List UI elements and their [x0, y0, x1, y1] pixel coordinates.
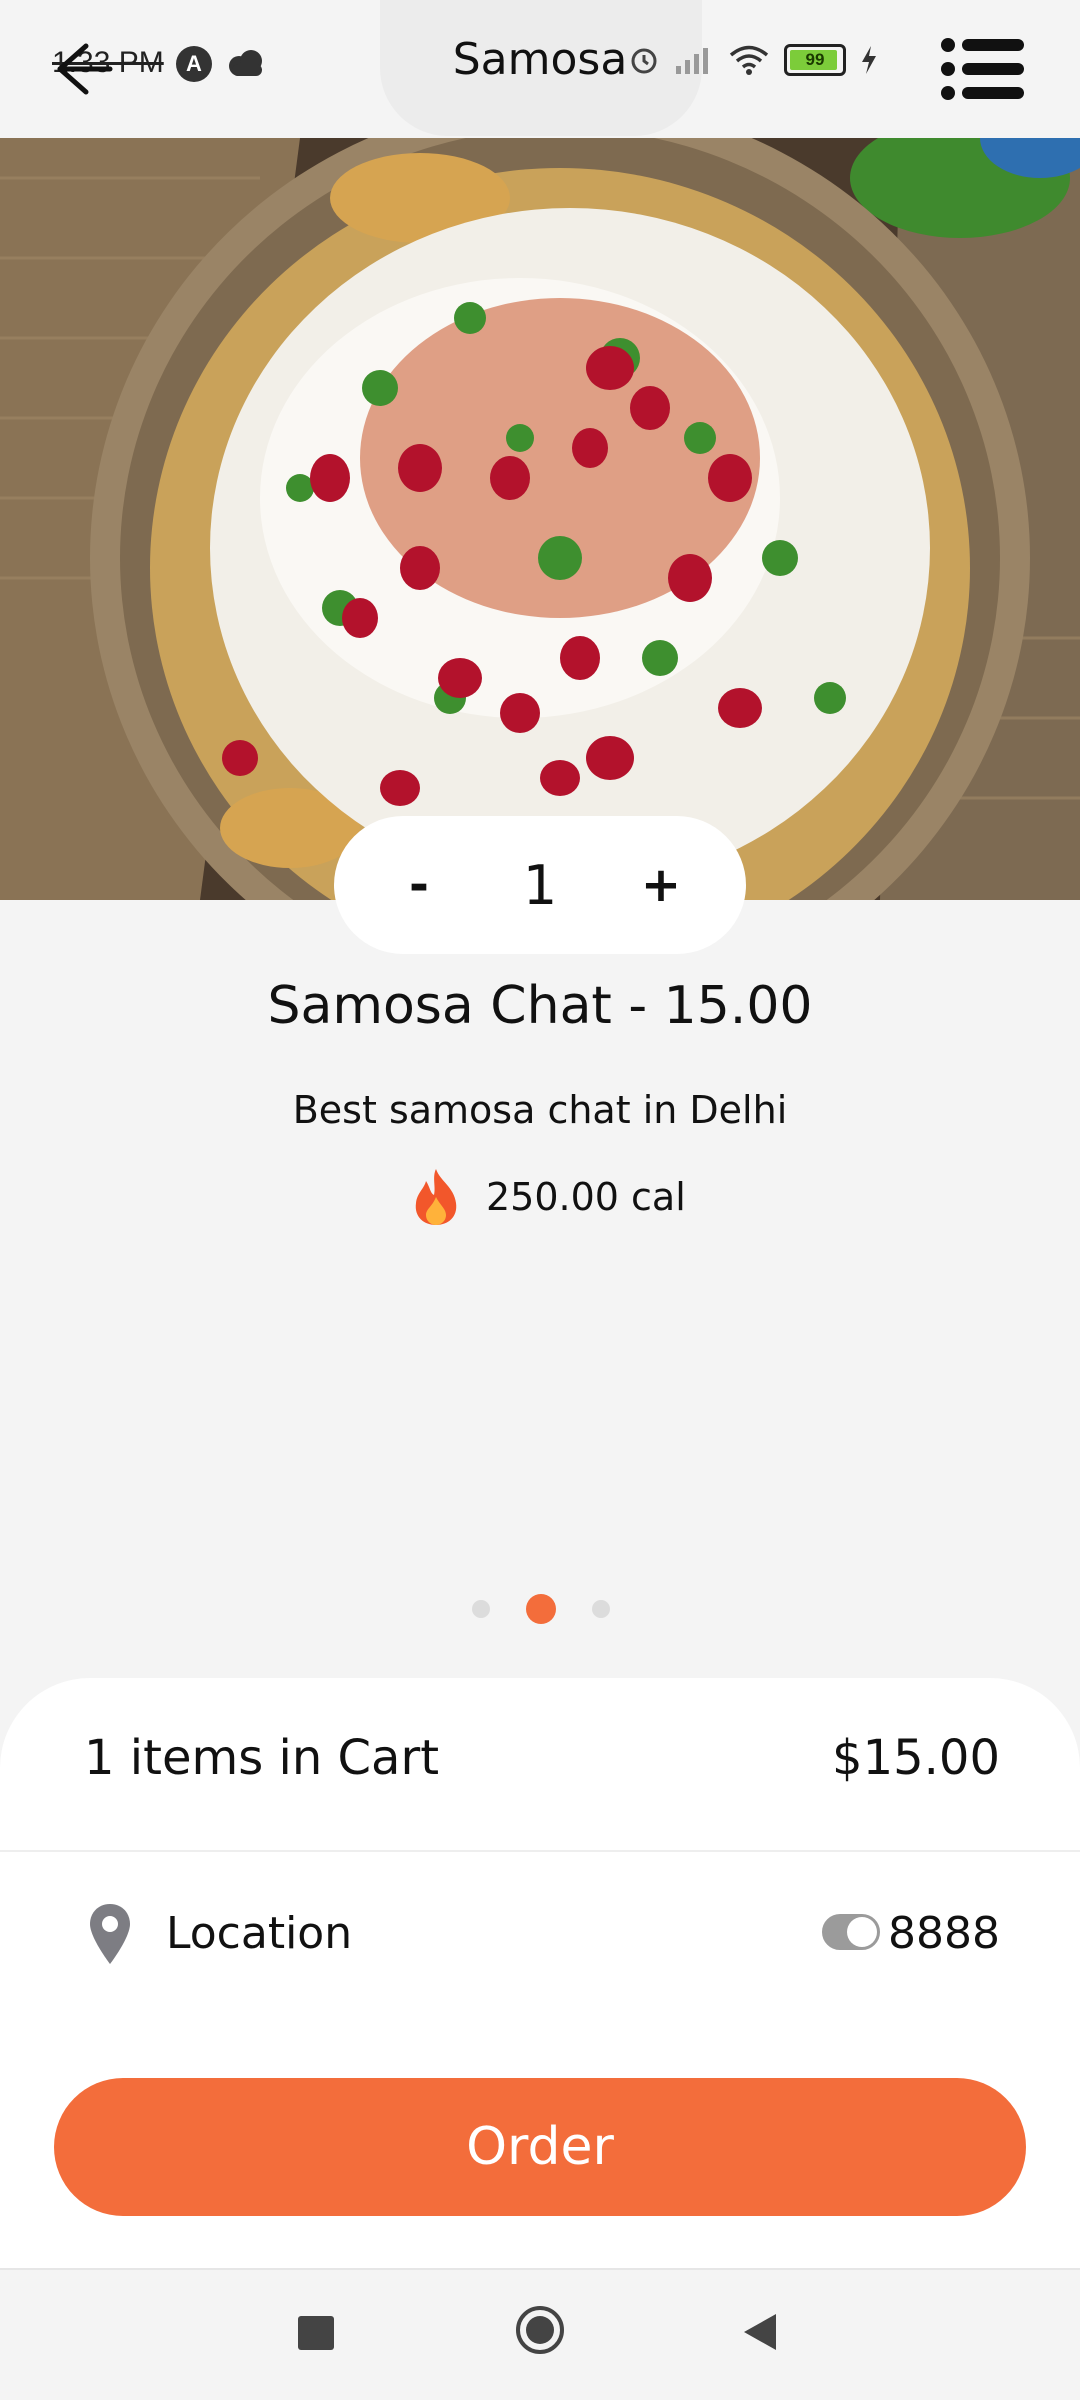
increase-quantity-button[interactable]: +: [626, 850, 696, 920]
fire-icon: [415, 1169, 457, 1225]
product-image: [0, 138, 1080, 900]
product-title: Samosa Chat - 15.00: [267, 976, 813, 1036]
page-dot-2[interactable]: [526, 1594, 556, 1624]
home-icon[interactable]: [514, 2304, 566, 2356]
page-indicator: [472, 1594, 610, 1624]
cart-total: $15.00: [832, 1730, 1000, 1786]
page-dot-3[interactable]: [592, 1600, 610, 1618]
back-triangle-icon[interactable]: [740, 2310, 780, 2354]
location-pin-icon: [90, 1904, 130, 1964]
page-dot-1[interactable]: [472, 1600, 490, 1618]
quantity-value: 1: [522, 853, 558, 917]
location-toggle[interactable]: [822, 1914, 880, 1950]
product-description: Best samosa chat in Delhi: [292, 1088, 788, 1132]
location-value: 8888: [888, 1908, 1000, 1959]
calories-value: 250.00 cal: [486, 1175, 686, 1219]
decrease-quantity-button[interactable]: -: [384, 850, 454, 920]
top-bar: 1:33 PM A 99 Samosa: [0, 0, 1080, 138]
location-label: Location: [166, 1908, 353, 1959]
quantity-stepper: - 1 +: [334, 816, 746, 954]
order-button[interactable]: Order: [54, 2078, 1026, 2216]
cart-items-count: 1 items in Cart: [84, 1730, 440, 1786]
list-menu-icon[interactable]: [940, 36, 1026, 102]
location-row[interactable]: Location 8888: [0, 1852, 1080, 2022]
recent-apps-icon[interactable]: [298, 2316, 334, 2350]
calories-info: 250.00 cal: [410, 1162, 686, 1232]
arrow-left-icon[interactable]: [46, 34, 116, 104]
system-navigation-bar: [0, 2270, 1080, 2400]
cart-summary: 1 items in Cart $15.00: [0, 1678, 1080, 1850]
page-title: Samosa: [452, 34, 628, 85]
